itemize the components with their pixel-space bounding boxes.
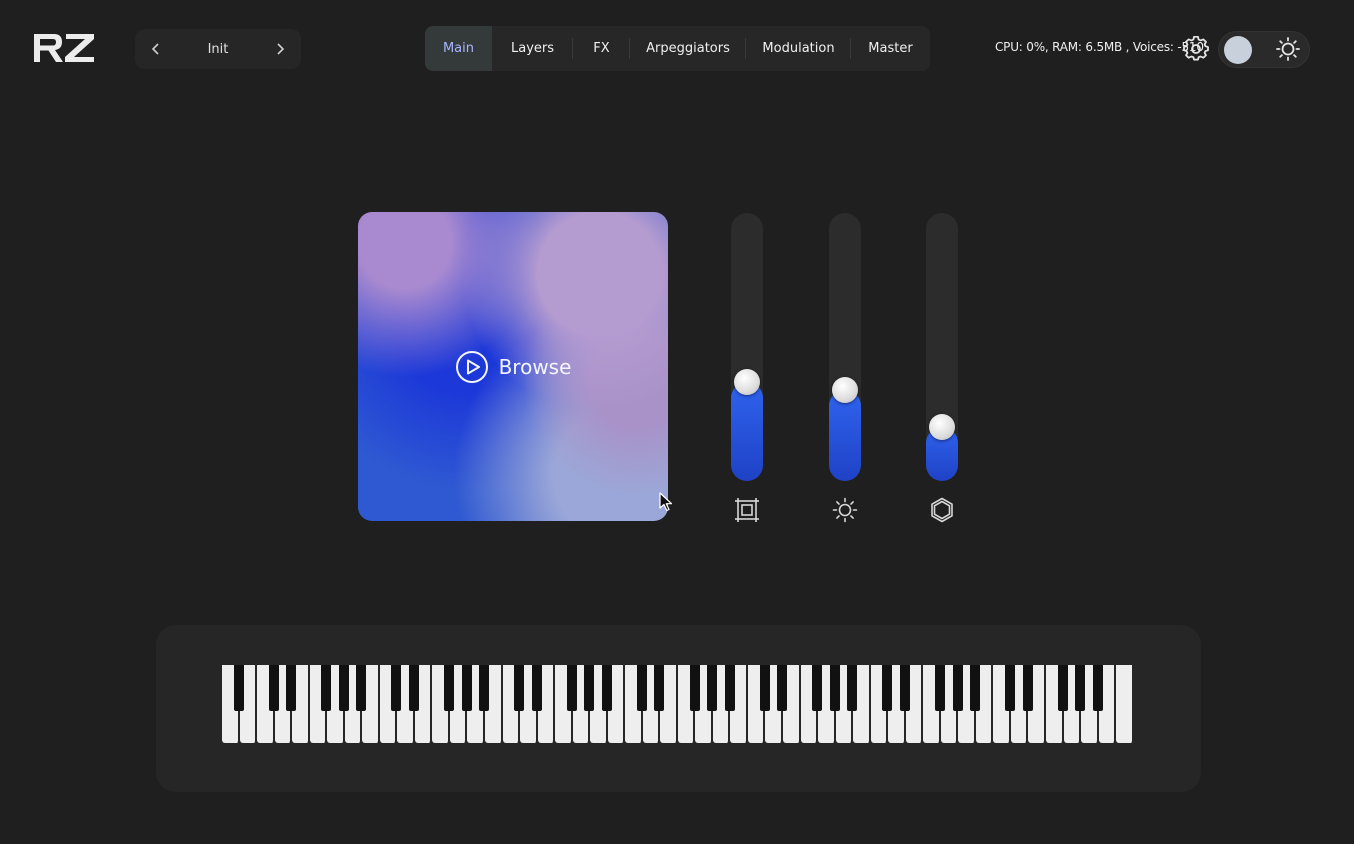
rz-logo-icon xyxy=(34,34,94,62)
black-key[interactable] xyxy=(514,665,525,711)
black-key[interactable] xyxy=(479,665,490,711)
black-key[interactable] xyxy=(812,665,823,711)
black-key[interactable] xyxy=(1005,665,1016,711)
main-tabs: Main Layers FX Arpeggiators Modulation M… xyxy=(425,26,930,71)
tab-label: Layers xyxy=(510,41,555,56)
tab-label: Master xyxy=(868,41,913,56)
chevron-right-icon[interactable] xyxy=(269,38,291,60)
black-key[interactable] xyxy=(952,665,963,711)
theme-toggle-knob[interactable] xyxy=(1224,36,1252,64)
black-key[interactable] xyxy=(601,665,612,711)
black-key[interactable] xyxy=(777,665,788,711)
black-key[interactable] xyxy=(408,665,419,711)
black-key[interactable] xyxy=(654,665,665,711)
black-key[interactable] xyxy=(233,665,244,711)
black-key[interactable] xyxy=(391,665,402,711)
black-key[interactable] xyxy=(321,665,332,711)
black-key[interactable] xyxy=(531,665,542,711)
slider-knob[interactable] xyxy=(929,414,955,440)
black-key[interactable] xyxy=(636,665,647,711)
gear-icon[interactable] xyxy=(1183,35,1209,62)
black-key[interactable] xyxy=(356,665,367,711)
tab-modulation[interactable]: Modulation xyxy=(746,26,851,71)
synth-app: Init Main Layers FX Arpeggiators Modulat… xyxy=(0,0,1354,844)
browse-card[interactable]: Browse xyxy=(358,212,668,521)
preset-name[interactable]: Init xyxy=(208,42,229,57)
tab-fx[interactable]: FX xyxy=(573,26,630,71)
black-key[interactable] xyxy=(444,665,454,711)
tab-label: Arpeggiators xyxy=(646,41,730,56)
tab-label: Main xyxy=(442,41,475,56)
black-key[interactable] xyxy=(829,665,840,711)
black-key[interactable] xyxy=(1022,665,1033,711)
browse-button[interactable]: Browse xyxy=(358,212,668,521)
sun-icon[interactable] xyxy=(1275,36,1301,62)
black-key[interactable] xyxy=(286,665,297,711)
black-key[interactable] xyxy=(759,665,770,711)
black-key[interactable] xyxy=(566,665,577,711)
tab-master[interactable]: Master xyxy=(851,26,930,71)
black-key[interactable] xyxy=(1057,665,1068,711)
tab-main[interactable]: Main xyxy=(425,26,492,71)
black-key[interactable] xyxy=(935,665,946,711)
hexagon-icon xyxy=(931,497,953,523)
browse-label: Browse xyxy=(498,354,572,379)
mouse-cursor-icon xyxy=(659,492,673,512)
slider-knob[interactable] xyxy=(832,377,858,403)
black-key[interactable] xyxy=(724,665,735,711)
black-key[interactable] xyxy=(970,665,981,711)
black-key[interactable] xyxy=(1075,665,1086,711)
black-key[interactable] xyxy=(847,665,858,711)
play-circle-icon xyxy=(455,350,488,383)
tab-layers[interactable]: Layers xyxy=(492,26,573,71)
black-key[interactable] xyxy=(900,665,910,711)
black-key[interactable] xyxy=(1092,665,1103,711)
performance-status: CPU: 0%, RAM: 6.5MB , Voices: -510 xyxy=(995,40,1204,54)
white-key[interactable] xyxy=(1116,665,1134,743)
piano-keyboard[interactable] xyxy=(222,665,1134,743)
black-key[interactable] xyxy=(584,665,595,711)
slider-shape[interactable] xyxy=(926,213,958,481)
black-key[interactable] xyxy=(707,665,718,711)
black-key[interactable] xyxy=(689,665,700,711)
slider-knob[interactable] xyxy=(734,369,760,395)
black-key[interactable] xyxy=(268,665,279,711)
black-key[interactable] xyxy=(461,665,472,711)
slider-frame[interactable] xyxy=(731,213,763,481)
preset-selector: Init xyxy=(135,29,301,69)
slider-fill xyxy=(731,382,763,481)
tab-label: Modulation xyxy=(762,41,835,56)
black-key[interactable] xyxy=(882,665,893,711)
chevron-left-icon[interactable] xyxy=(145,38,167,60)
frame-icon xyxy=(735,498,759,522)
tab-arpeggiators[interactable]: Arpeggiators xyxy=(630,26,746,71)
tab-label: FX xyxy=(593,41,610,56)
logo xyxy=(32,30,96,66)
black-key[interactable] xyxy=(338,665,349,711)
slider-brightness[interactable] xyxy=(829,213,861,481)
sun-icon xyxy=(832,497,858,523)
slider-fill xyxy=(829,390,861,481)
